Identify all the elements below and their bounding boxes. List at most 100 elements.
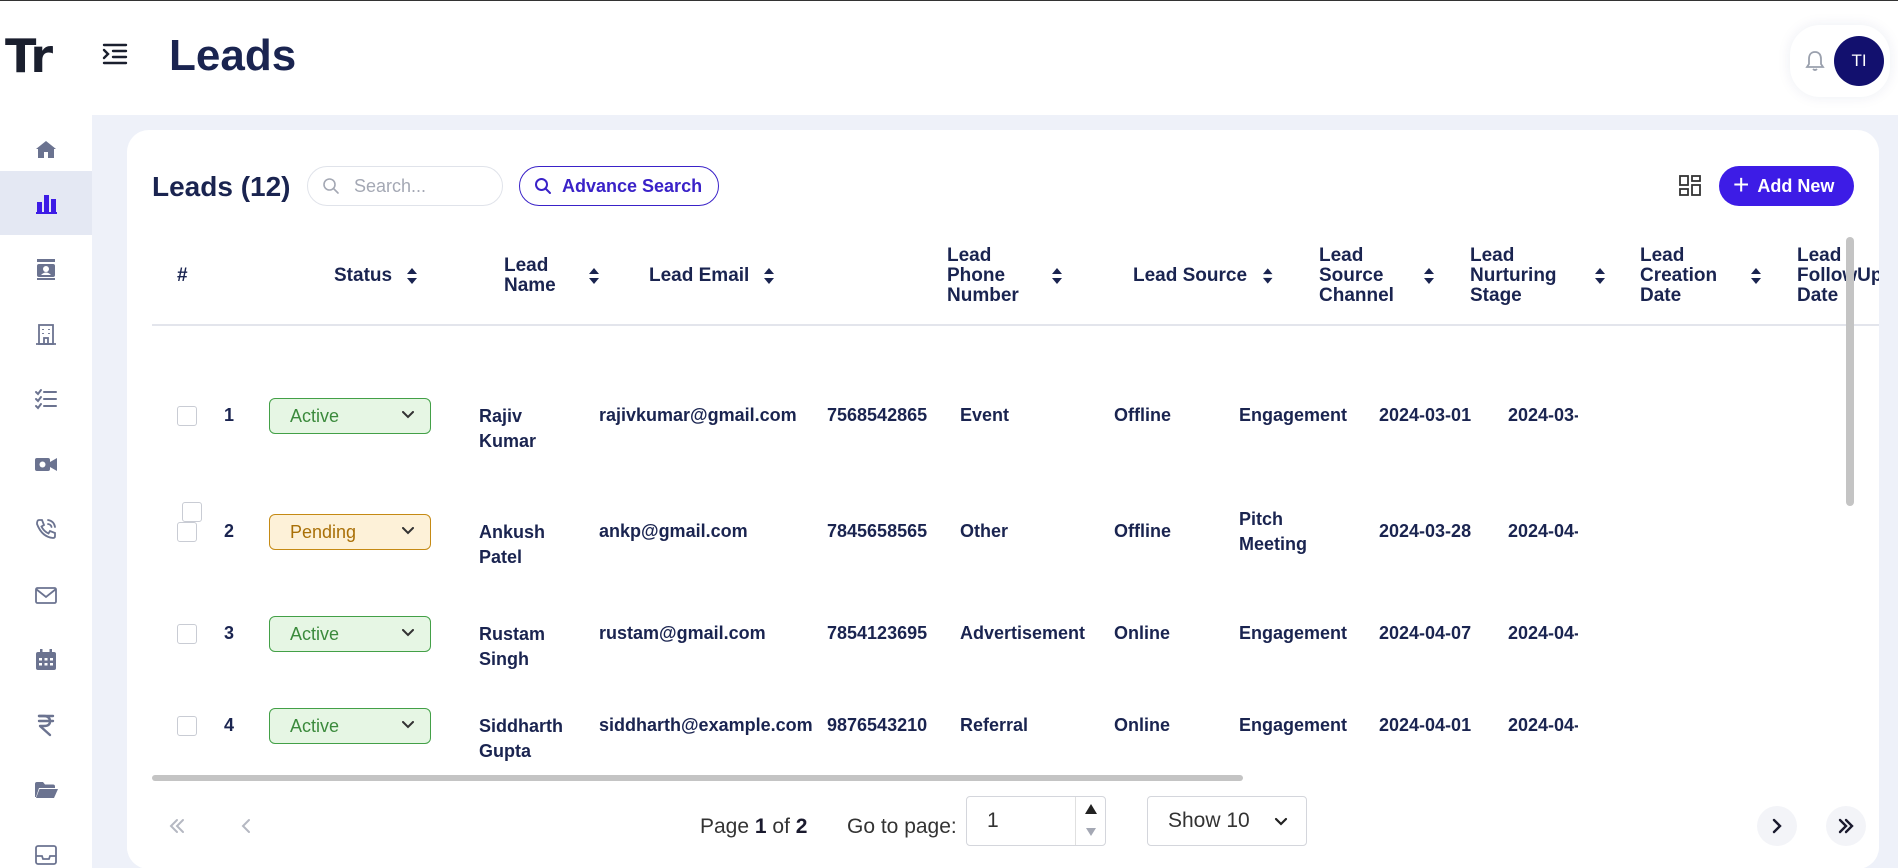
lead-name: Siddharth Gupta	[479, 716, 563, 761]
lead-phone: 7568542865	[827, 405, 928, 425]
page-size-select[interactable]: Show 10	[1147, 796, 1307, 846]
sidebar-item-leads[interactable]	[0, 171, 92, 235]
lead-name: Rajiv Kumar	[479, 406, 537, 451]
first-page-button[interactable]	[157, 806, 197, 846]
page-prefix: Page	[700, 815, 750, 838]
sidebar-item-meetings[interactable]	[0, 432, 92, 496]
sidebar-item-companies[interactable]	[0, 302, 92, 366]
lead-email[interactable]: rustam@gmail.com	[599, 621, 766, 646]
lead-stage: Engagement	[1239, 623, 1348, 643]
lead-followup-date: 2024-04-1	[1508, 521, 1578, 541]
sidebar-item-inbox[interactable]	[0, 823, 92, 868]
current-page: 1	[754, 815, 767, 838]
lead-followup-date: 2024-04-3	[1508, 623, 1578, 643]
lead-name: Ankush Patel	[479, 522, 546, 567]
phone-call-icon	[36, 519, 56, 539]
lead-created-date: 2024-04-07	[1379, 623, 1472, 643]
row-index: 1	[224, 405, 235, 425]
lead-source: Event	[960, 405, 1010, 425]
row-index: 3	[224, 623, 235, 643]
page-of: of	[772, 815, 790, 838]
sidebar-item-contacts[interactable]	[0, 237, 92, 301]
sidebar-item-documents[interactable]	[0, 758, 92, 822]
lead-channel: Online	[1114, 623, 1171, 643]
status-select[interactable]: Pending	[269, 514, 431, 550]
lead-followup-date: 2024-04-0	[1508, 715, 1578, 735]
mail-icon	[35, 587, 57, 604]
lead-phone: 9876543210	[827, 715, 928, 735]
status-select[interactable]: Active	[269, 398, 431, 434]
status-value: Active	[290, 715, 340, 736]
video-camera-icon	[35, 458, 57, 471]
chevron-down-icon	[1274, 817, 1288, 826]
building-icon	[36, 324, 56, 345]
row-checkbox[interactable]	[177, 522, 197, 542]
bar-chart-icon	[36, 195, 57, 214]
sidebar-item-payments[interactable]	[0, 693, 92, 757]
lead-phone: 7854123695	[827, 623, 928, 643]
goto-page-field[interactable]	[966, 796, 1106, 846]
calendar-icon	[36, 649, 56, 670]
status-value: Active	[290, 405, 340, 426]
chevron-down-icon	[402, 629, 414, 637]
goto-page-input[interactable]	[987, 809, 1067, 833]
page-indicator: Page 1 of 2	[700, 815, 807, 839]
rupee-icon	[37, 714, 55, 737]
lead-stage: Engagement	[1239, 715, 1348, 735]
lead-channel: Online	[1114, 715, 1171, 735]
double-chevron-right-icon	[1838, 818, 1854, 834]
last-page-button[interactable]	[1826, 806, 1866, 846]
row-checkbox[interactable]	[177, 406, 197, 426]
lead-stage: Engagement	[1239, 405, 1348, 425]
sidebar-item-calls[interactable]	[0, 497, 92, 561]
chevron-left-icon	[241, 819, 250, 833]
menu-toggle-icon[interactable]	[100, 39, 130, 69]
lead-stage: Pitch Meeting	[1239, 509, 1308, 554]
page-stepper[interactable]	[1075, 797, 1105, 845]
header-user-area: TI	[1790, 25, 1890, 97]
lead-source: Referral	[960, 715, 1029, 735]
lead-email[interactable]: siddharth@example.com	[599, 713, 813, 738]
double-chevron-left-icon	[169, 819, 184, 833]
stepper-down-icon[interactable]	[1085, 827, 1097, 837]
lead-created-date: 2024-04-01	[1379, 715, 1472, 735]
row-index: 4	[224, 715, 235, 735]
vertical-scrollbar[interactable]	[1846, 237, 1854, 506]
sidebar-item-calendar[interactable]	[0, 628, 92, 692]
lead-name: Rustam Singh	[479, 624, 546, 669]
lead-source: Advertisement	[960, 623, 1086, 643]
folder-icon	[35, 782, 58, 798]
lead-channel: Offline	[1114, 405, 1171, 425]
status-select[interactable]: Active	[269, 708, 431, 744]
lead-phone: 7845658565	[827, 521, 928, 541]
inbox-icon	[35, 845, 57, 865]
status-value: Active	[290, 623, 340, 644]
app-logo[interactable]: Tr	[5, 29, 53, 83]
sidebar	[0, 115, 92, 868]
home-icon	[36, 141, 56, 158]
bell-icon[interactable]	[1804, 49, 1826, 73]
status-select[interactable]: Active	[269, 616, 431, 652]
total-pages: 2	[795, 815, 808, 838]
sidebar-item-tasks[interactable]	[0, 367, 92, 431]
avatar[interactable]: TI	[1834, 36, 1884, 86]
horizontal-scrollbar[interactable]	[152, 775, 1243, 781]
top-header: Tr Leads TI	[0, 1, 1898, 115]
sidebar-item-email[interactable]	[0, 563, 92, 627]
row-checkbox[interactable]	[177, 716, 197, 736]
lead-created-date: 2024-03-28	[1379, 521, 1472, 541]
row-checkbox[interactable]	[177, 624, 197, 644]
page-size-value: Show 10	[1168, 809, 1250, 832]
page-title: Leads	[169, 31, 297, 80]
chevron-down-icon	[402, 411, 414, 419]
lead-email[interactable]: rajivkumar@gmail.com	[599, 403, 797, 428]
chevron-right-icon	[1772, 818, 1782, 834]
prev-page-button[interactable]	[226, 806, 266, 846]
next-page-button[interactable]	[1757, 806, 1797, 846]
lead-followup-date: 2024-03-0	[1508, 405, 1578, 425]
lead-source: Other	[960, 521, 1009, 541]
status-value: Pending	[290, 521, 357, 542]
lead-email[interactable]: ankp@gmail.com	[599, 519, 748, 544]
stepper-up-icon[interactable]	[1084, 803, 1098, 815]
goto-page-label: Go to page:	[847, 815, 957, 838]
